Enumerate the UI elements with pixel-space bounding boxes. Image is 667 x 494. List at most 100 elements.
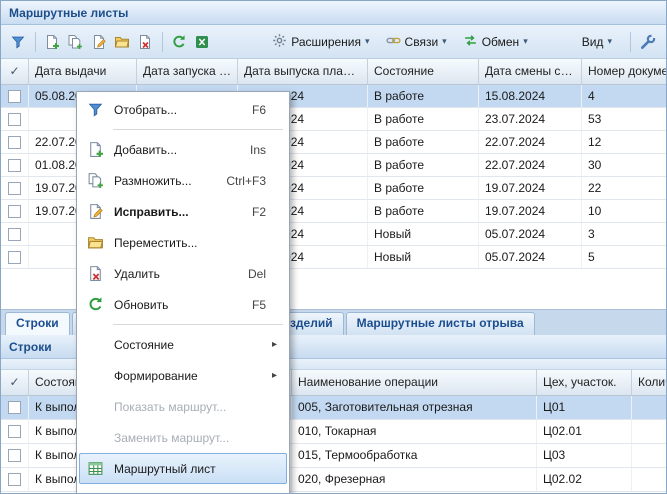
filter-icon[interactable] xyxy=(7,30,29,54)
row-checkbox[interactable] xyxy=(1,85,29,107)
menu-item-shortcut: Del xyxy=(248,267,272,281)
column-header-operation-name[interactable]: Наименование операции xyxy=(292,370,537,395)
menu-item-label: Маршрутный лист xyxy=(108,462,266,476)
row-checkbox[interactable] xyxy=(1,154,29,176)
chevron-down-icon: ▾ xyxy=(442,36,447,47)
submenu-arrow-icon: ▸ xyxy=(272,339,282,350)
checkbox-box xyxy=(8,228,21,241)
menu-item-route-sheet[interactable]: Маршрутный лист ▸ xyxy=(79,453,287,484)
checkbox-box xyxy=(8,473,21,486)
cell-state: В работе xyxy=(368,108,479,130)
tab-lines[interactable]: Строки xyxy=(5,312,70,335)
column-header-state-change-date[interactable]: Дата смены состояния xyxy=(479,59,582,84)
checkbox-box xyxy=(8,182,21,195)
row-checkbox[interactable] xyxy=(1,108,29,130)
dropdown-label: Связи xyxy=(405,35,439,49)
menu-item-label: Удалить xyxy=(108,267,248,281)
row-checkbox[interactable] xyxy=(1,420,29,443)
view-dropdown[interactable]: Вид ▾ xyxy=(574,30,620,54)
chevron-down-icon: ▾ xyxy=(365,36,370,47)
cell-doc-number: 30 xyxy=(582,154,667,176)
context-menu: Отобрать... F6 ▸ ▸ Добавить... Ins ▸ Раз… xyxy=(76,91,290,494)
route-icon xyxy=(82,460,108,477)
menu-item-delete[interactable]: Удалить Del ▸ xyxy=(79,258,287,289)
page-copy-icon xyxy=(82,172,108,189)
extensions-dropdown[interactable]: Расширения ▾ xyxy=(264,30,377,54)
dropdown-label: Обмен xyxy=(482,35,520,49)
folder-icon[interactable] xyxy=(111,30,133,54)
cell-doc-number: 22 xyxy=(582,177,667,199)
row-checkbox[interactable] xyxy=(1,444,29,467)
column-header-launch-date[interactable]: Дата запуска плановая xyxy=(137,59,238,84)
cell-state: В работе xyxy=(368,154,479,176)
cell-operation-name: 020, Фрезерная xyxy=(292,468,537,491)
cell-workshop: Ц02.02 xyxy=(537,468,632,491)
menu-item-move[interactable]: Переместить... ▸ xyxy=(79,227,287,258)
cell-doc-number: 3 xyxy=(582,223,667,245)
column-header-state[interactable]: Состояние xyxy=(368,59,479,84)
row-checkbox[interactable] xyxy=(1,200,29,222)
menu-item-show-route[interactable]: Показать маршрут... ▸ xyxy=(79,391,287,422)
menu-item-add[interactable]: Добавить... Ins ▸ xyxy=(79,134,287,165)
wrench-settings-button[interactable] xyxy=(637,30,659,54)
cell-state: Новый xyxy=(368,223,479,245)
menu-item-shortcut: Ins xyxy=(250,143,272,157)
menu-item-filter[interactable]: Отобрать... F6 ▸ xyxy=(79,94,287,125)
cell-operation-name: 015, Термообработка xyxy=(292,444,537,467)
cell-state-change-date: 19.07.2024 xyxy=(479,177,582,199)
menu-item-shortcut: F2 xyxy=(252,205,272,219)
page-plus-icon[interactable] xyxy=(41,30,63,54)
column-header-doc-number[interactable]: Номер документа xyxy=(582,59,667,84)
column-header-select[interactable]: ✓ xyxy=(1,370,29,395)
cell-state: В работе xyxy=(368,200,479,222)
dropdown-label: Расширения xyxy=(291,35,361,49)
dropdown-label: Вид xyxy=(582,35,604,49)
row-checkbox[interactable] xyxy=(1,468,29,491)
row-checkbox[interactable] xyxy=(1,131,29,153)
cell-state: В работе xyxy=(368,131,479,153)
cell-quantity xyxy=(632,396,667,419)
row-checkbox[interactable] xyxy=(1,177,29,199)
menu-item-label: Переместить... xyxy=(108,236,266,250)
menu-item-label: Отобрать... xyxy=(108,103,252,117)
menu-item-duplicate[interactable]: Размножить... Ctrl+F3 ▸ xyxy=(79,165,287,196)
toolbar-separator xyxy=(630,32,631,52)
cell-state-change-date: 22.07.2024 xyxy=(479,131,582,153)
menu-item-shortcut: Ctrl+F3 xyxy=(226,174,272,188)
checkbox-box xyxy=(8,425,21,438)
row-checkbox[interactable] xyxy=(1,246,29,268)
section-title: Строки xyxy=(9,340,52,354)
menu-item-edit[interactable]: Исправить... F2 ▸ xyxy=(79,196,287,227)
column-header-release-date[interactable]: Дата выпуска плановая xyxy=(238,59,368,84)
exchange-dropdown[interactable]: Обмен ▾ xyxy=(455,30,536,54)
page-del-icon[interactable] xyxy=(134,30,156,54)
checkbox-box xyxy=(8,136,21,149)
excel-icon[interactable] xyxy=(191,30,213,54)
folder-icon xyxy=(82,234,108,251)
menu-item-label: Формирование xyxy=(108,369,266,383)
column-header-issue-date[interactable]: Дата выдачи xyxy=(29,59,137,84)
toolbar-separator xyxy=(35,32,36,52)
row-checkbox[interactable] xyxy=(1,396,29,419)
cell-quantity xyxy=(632,444,667,467)
links-dropdown[interactable]: Связи ▾ xyxy=(378,30,455,54)
exchange-icon xyxy=(463,33,482,51)
column-header-select[interactable]: ✓ xyxy=(1,59,29,84)
row-checkbox[interactable] xyxy=(1,223,29,245)
menu-item-refresh[interactable]: Обновить F5 ▸ xyxy=(79,289,287,320)
menu-separator: ▸ xyxy=(79,125,287,134)
page-copy-icon[interactable] xyxy=(64,30,86,54)
checkbox-box xyxy=(8,90,21,103)
menu-item-state[interactable]: Состояние ▸ xyxy=(79,329,287,360)
page-edit-icon[interactable] xyxy=(87,30,109,54)
column-header-workshop[interactable]: Цех, участок. xyxy=(537,370,632,395)
tab-tear-off-route-sheets[interactable]: Маршрутные листы отрыва xyxy=(346,312,535,335)
column-header-quantity[interactable]: Количество xyxy=(632,370,667,395)
menu-item-formation[interactable]: Формирование ▸ xyxy=(79,360,287,391)
refresh-icon[interactable] xyxy=(168,30,190,54)
cell-operation-name: 005, Заготовительная отрезная xyxy=(292,396,537,419)
page-plus-icon xyxy=(82,141,108,158)
cell-doc-number: 4 xyxy=(582,85,667,107)
menu-item-replace-route[interactable]: Заменить маршрут... ▸ xyxy=(79,422,287,453)
cell-doc-number: 10 xyxy=(582,200,667,222)
